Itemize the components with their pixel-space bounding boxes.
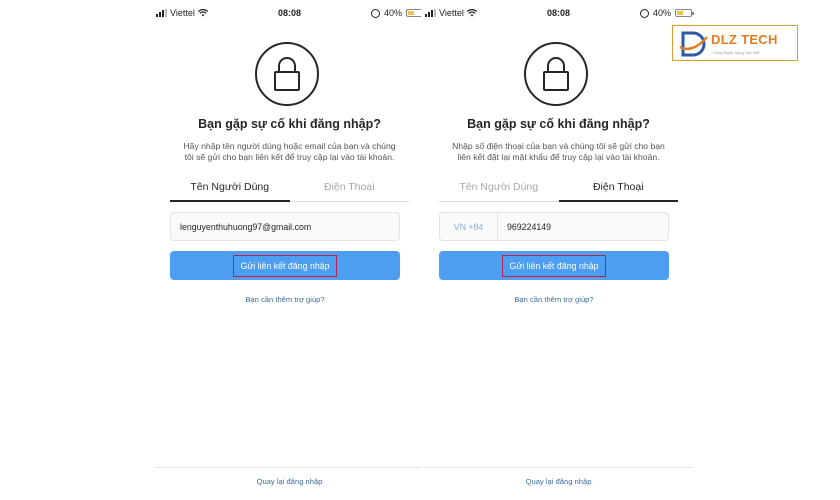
send-login-link-button[interactable]: Gửi liên kết đăng nhập [439,251,669,280]
right-phone-screen: Viettel 08:08 40% Bạn gặp sự cố khi đăng… [421,0,696,500]
status-bar: Viettel 08:08 40% [152,0,427,26]
country-code-selector[interactable]: VN +84 [440,213,498,240]
input-value: lenguyenthuhuong97@gmail.com [180,221,312,232]
left-phone-screen: Viettel 08:08 40% Bạn gặp sự cố khi đăng… [152,0,427,500]
divider [425,467,692,468]
need-help-link[interactable]: Bạn cần thêm trợ giúp? [152,295,418,304]
battery-percent: 40% [383,8,402,18]
back-to-login-link[interactable]: Quay lại đăng nhập [421,477,696,486]
username-email-input[interactable]: lenguyenthuhuong97@gmail.com [170,212,400,241]
rotation-lock-icon [370,8,380,18]
send-login-link-button[interactable]: Gửi liên kết đăng nhập [170,251,400,280]
page-title: Bạn gặp sự cố khi đăng nhập? [467,117,650,131]
page-title: Bạn gặp sự cố khi đăng nhập? [198,117,381,131]
logo-tagline: Công Nghệ Sáng Tạo Việt [713,50,760,55]
tab-bar: Tên Người Dùng Điện Thoại [439,178,678,202]
button-label: Gửi liên kết đăng nhập [502,254,606,277]
battery-percent: 40% [652,8,671,18]
battery-icon [675,9,694,17]
button-label: Gửi liên kết đăng nhập [233,254,337,277]
phone-input[interactable]: VN +84 969224149 [439,212,669,241]
instructions-text: Nhập số điện thoại của bạn và chúng tôi … [452,141,665,162]
status-bar: Viettel 08:08 40% [421,0,696,26]
dlz-tech-logo: DLZ TECH Công Nghệ Sáng Tạo Việt [672,25,798,61]
divider [156,467,423,468]
instructions-text: Hãy nhập tên người dùng hoặc email của b… [183,141,396,162]
rotation-lock-icon [639,8,649,18]
tab-bar: Tên Người Dùng Điện Thoại [170,178,409,202]
lock-icon [524,42,588,106]
input-value: 969224149 [507,221,552,232]
tab-phone[interactable]: Điện Thoại [558,178,678,202]
lock-icon [255,42,319,106]
logo-text: DLZ TECH [711,32,778,47]
tab-username[interactable]: Tên Người Dùng [439,178,559,202]
need-help-link[interactable]: Bạn cần thêm trợ giúp? [421,295,687,304]
back-to-login-link[interactable]: Quay lại đăng nhập [152,477,427,486]
tab-username[interactable]: Tên Người Dùng [170,178,290,202]
tab-phone[interactable]: Điện Thoại [289,178,409,202]
logo-mark-icon [679,31,708,57]
